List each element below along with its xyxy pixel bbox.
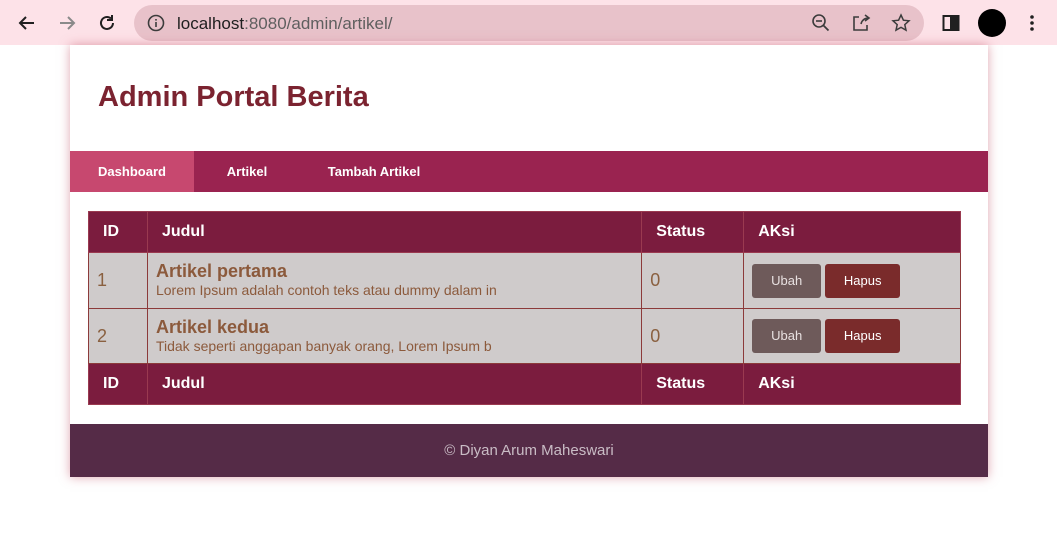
back-arrow-icon[interactable]: [12, 8, 42, 38]
delete-button[interactable]: Hapus: [825, 319, 901, 353]
artikel-table: ID Judul Status AKsi 1 Artikel pertama L…: [88, 211, 961, 405]
info-icon[interactable]: [146, 13, 166, 33]
table-header-row: ID Judul Status AKsi: [88, 211, 961, 253]
article-excerpt: Tidak seperti anggapan banyak orang, Lor…: [155, 337, 492, 354]
site-footer: © Diyan Arum Maheswari: [70, 424, 988, 477]
article-excerpt: Lorem Ipsum adalah contoh teks atau dumm…: [155, 282, 497, 298]
footer-header-judul: Judul: [146, 363, 643, 405]
more-vert-icon[interactable]: [1017, 8, 1047, 38]
browser-toolbar: localhost:8080/admin/artikel/: [0, 0, 1057, 45]
cell-aksi: Ubah Hapus: [743, 252, 961, 309]
table-footer-row: ID Judul Status AKsi: [88, 363, 961, 405]
edit-button[interactable]: Ubah: [752, 263, 822, 298]
edit-button[interactable]: Ubah: [752, 319, 822, 353]
url-path: :8080/admin/artikel/: [244, 14, 393, 33]
url-host: localhost: [177, 14, 245, 33]
star-icon[interactable]: [891, 13, 911, 33]
article-title-link[interactable]: Artikel pertama: [156, 262, 633, 281]
zoom-out-icon[interactable]: [811, 13, 831, 33]
footer-header-id: ID: [88, 363, 148, 405]
nav-item-dashboard[interactable]: Dashboard: [70, 151, 194, 192]
nav-item-tambah-artikel[interactable]: Tambah Artikel: [316, 151, 432, 192]
site-header: Admin Portal Berita: [70, 45, 988, 151]
footer-header-status: Status: [641, 363, 745, 405]
page-container: Admin Portal Berita Dashboard Artikel Ta…: [70, 45, 988, 477]
column-header-status: Status: [641, 211, 745, 253]
page-title: Admin Portal Berita: [98, 81, 369, 113]
reload-icon[interactable]: [92, 8, 122, 38]
column-header-judul: Judul: [146, 211, 643, 253]
address-bar[interactable]: localhost:8080/admin/artikel/: [134, 5, 924, 41]
share-icon[interactable]: [851, 13, 871, 33]
cell-id: 2: [88, 308, 148, 364]
side-panel-icon[interactable]: [936, 8, 966, 38]
column-header-id: ID: [88, 211, 148, 253]
cell-status: 0: [641, 252, 745, 309]
cell-judul: Artikel pertama Lorem Ipsum adalah conto…: [146, 252, 643, 309]
main-nav: Dashboard Artikel Tambah Artikel: [70, 151, 988, 192]
forward-arrow-icon[interactable]: [52, 8, 82, 38]
footer-header-aksi: AKsi: [743, 363, 961, 405]
cell-judul: Artikel kedua Tidak seperti anggapan ban…: [146, 308, 643, 364]
profile-avatar[interactable]: [977, 8, 1007, 38]
cell-status: 0: [641, 308, 745, 364]
url-text[interactable]: localhost:8080/admin/artikel/: [177, 14, 392, 34]
cell-aksi: Ubah Hapus: [743, 308, 961, 364]
footer-copyright: © Diyan Arum Maheswari: [444, 442, 614, 459]
table-row: 1 Artikel pertama Lorem Ipsum adalah con…: [88, 252, 961, 309]
article-title-link[interactable]: Artikel kedua: [156, 317, 633, 337]
nav-item-artikel[interactable]: Artikel: [204, 151, 290, 192]
cell-id: 1: [88, 252, 148, 309]
table-row: 2 Artikel kedua Tidak seperti anggapan b…: [88, 308, 961, 364]
delete-button[interactable]: Hapus: [825, 263, 901, 298]
column-header-aksi: AKsi: [743, 211, 961, 253]
